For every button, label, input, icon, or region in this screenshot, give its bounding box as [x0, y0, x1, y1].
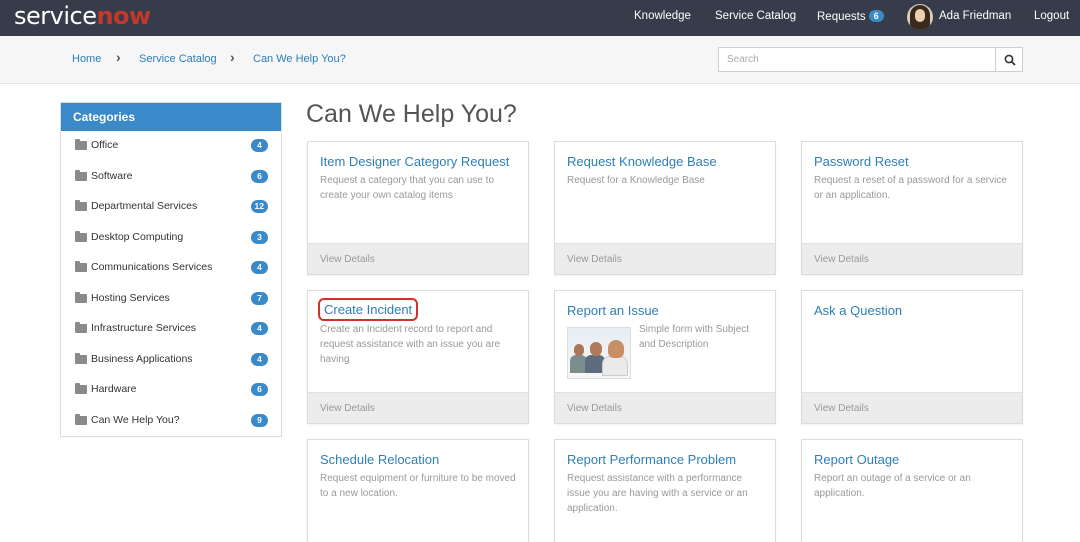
card-title[interactable]: Report Performance Problem — [567, 452, 736, 467]
category-item-hosting-services[interactable]: Hosting Services 7 — [61, 284, 281, 314]
catalog-card-ask-a-question[interactable]: Ask a Question View Details — [801, 290, 1023, 424]
chevron-right-icon: › — [116, 49, 121, 65]
support-team-image — [567, 327, 631, 379]
category-count-badge: 12 — [250, 200, 268, 213]
category-label: Hardware — [91, 383, 137, 395]
category-item-software[interactable]: Software 6 — [61, 162, 281, 192]
category-item-departmental-services[interactable]: Departmental Services 12 — [61, 192, 281, 222]
view-details-link[interactable]: View Details — [308, 392, 528, 423]
category-count-badge: 4 — [251, 353, 268, 366]
card-description: Request a category that you can use to c… — [320, 175, 494, 201]
user-avatar[interactable] — [907, 4, 933, 30]
catalog-card-request-knowledge-base[interactable]: Request Knowledge Base Request for a Kno… — [554, 141, 776, 275]
category-label: Communications Services — [91, 261, 213, 273]
card-title[interactable]: Ask a Question — [814, 303, 902, 318]
category-count-badge: 4 — [251, 139, 268, 152]
user-name-link[interactable]: Ada Friedman — [939, 10, 1011, 22]
folder-icon — [75, 139, 87, 150]
category-item-desktop-computing[interactable]: Desktop Computing 3 — [61, 223, 281, 253]
top-navigation-bar: servicenow Knowledge Service Catalog Req… — [0, 0, 1080, 36]
category-item-hardware[interactable]: Hardware 6 — [61, 375, 281, 405]
folder-icon — [75, 170, 87, 181]
card-description: Request for a Knowledge Base — [567, 175, 705, 186]
view-details-link[interactable]: View Details — [555, 243, 775, 274]
category-label: Departmental Services — [91, 200, 198, 212]
search-button[interactable] — [995, 47, 1023, 72]
catalog-card-report-an-issue[interactable]: Report an Issue Simple form with Subject… — [554, 290, 776, 424]
category-label: Office — [91, 139, 119, 151]
card-description: Request equipment or furniture to be mov… — [320, 473, 516, 499]
category-item-infrastructure-services[interactable]: Infrastructure Services 4 — [61, 314, 281, 344]
breadcrumb-bar: Home › Service Catalog › Can We Help You… — [0, 36, 1080, 84]
category-count-badge: 4 — [251, 261, 268, 274]
requests-count-badge: 6 — [868, 10, 884, 22]
card-description: Request assistance with a performance is… — [567, 473, 748, 514]
nav-service-catalog-link[interactable]: Service Catalog — [715, 10, 796, 22]
card-description: Report an outage of a service or an appl… — [814, 473, 971, 499]
view-details-link[interactable]: View Details — [802, 243, 1022, 274]
nav-knowledge-link[interactable]: Knowledge — [634, 10, 691, 22]
category-label: Desktop Computing — [91, 231, 184, 243]
categories-panel: Categories Office 4 Software 6 Departmen… — [60, 102, 282, 437]
card-title[interactable]: Create Incident — [317, 298, 419, 321]
category-count-badge: 6 — [251, 170, 268, 183]
folder-icon — [75, 292, 87, 303]
search-input[interactable] — [718, 47, 996, 72]
category-count-badge: 4 — [251, 322, 268, 335]
card-title[interactable]: Report an Issue — [567, 303, 659, 318]
folder-icon — [75, 383, 87, 394]
nav-requests-label: Requests — [817, 11, 866, 23]
category-label: Can We Help You? — [91, 414, 180, 426]
page-title: Can We Help You? — [306, 100, 517, 128]
logo-text-service: service — [14, 2, 97, 30]
category-label: Hosting Services — [91, 292, 170, 304]
servicenow-logo[interactable]: servicenow — [14, 3, 151, 29]
category-label: Software — [91, 170, 133, 182]
view-details-link[interactable]: View Details — [555, 392, 775, 423]
catalog-card-report-outage[interactable]: Report Outage Report an outage of a serv… — [801, 439, 1023, 542]
catalog-card-password-reset[interactable]: Password Reset Request a reset of a pass… — [801, 141, 1023, 275]
view-details-link[interactable]: View Details — [308, 243, 528, 274]
nav-requests-link[interactable]: Requests 6 — [817, 10, 884, 23]
search-icon — [1004, 54, 1016, 66]
catalog-card-schedule-relocation[interactable]: Schedule Relocation Request equipment or… — [307, 439, 529, 542]
view-details-link[interactable]: View Details — [802, 392, 1022, 423]
category-item-office[interactable]: Office 4 — [61, 131, 281, 161]
category-item-communications-services[interactable]: Communications Services 4 — [61, 253, 281, 283]
folder-icon — [75, 353, 87, 364]
folder-icon — [75, 414, 87, 425]
catalog-card-create-incident[interactable]: Create Incident Create an Incident recor… — [307, 290, 529, 424]
card-title[interactable]: Password Reset — [814, 154, 909, 169]
card-title[interactable]: Item Designer Category Request — [320, 154, 509, 169]
category-count-badge: 7 — [251, 292, 268, 305]
logo-text-now: now — [96, 2, 151, 30]
card-title[interactable]: Request Knowledge Base — [567, 154, 717, 169]
card-description: Create an Incident record to report and … — [320, 324, 501, 365]
card-description: Request a reset of a password for a serv… — [814, 175, 1007, 201]
breadcrumb-current-page[interactable]: Can We Help You? — [253, 53, 346, 65]
breadcrumb-home[interactable]: Home — [72, 53, 101, 65]
category-count-badge: 6 — [251, 383, 268, 396]
category-item-business-applications[interactable]: Business Applications 4 — [61, 345, 281, 375]
folder-icon — [75, 322, 87, 333]
breadcrumb-service-catalog[interactable]: Service Catalog — [139, 53, 217, 65]
category-item-can-we-help-you[interactable]: Can We Help You? 9 — [61, 406, 281, 436]
category-label: Infrastructure Services — [91, 322, 197, 334]
folder-icon — [75, 200, 87, 211]
catalog-card-item-designer[interactable]: Item Designer Category Request Request a… — [307, 141, 529, 275]
card-title[interactable]: Schedule Relocation — [320, 452, 439, 467]
category-label: Business Applications — [91, 353, 193, 365]
card-description: Simple form with Subject and Description — [639, 324, 750, 350]
folder-icon — [75, 261, 87, 272]
category-count-badge: 9 — [251, 414, 268, 427]
folder-icon — [75, 231, 87, 242]
categories-header: Categories — [61, 103, 281, 131]
category-count-badge: 3 — [251, 231, 268, 244]
logout-link[interactable]: Logout — [1034, 10, 1069, 22]
catalog-card-report-performance-problem[interactable]: Report Performance Problem Request assis… — [554, 439, 776, 542]
chevron-right-icon: › — [230, 49, 235, 65]
card-title[interactable]: Report Outage — [814, 452, 899, 467]
